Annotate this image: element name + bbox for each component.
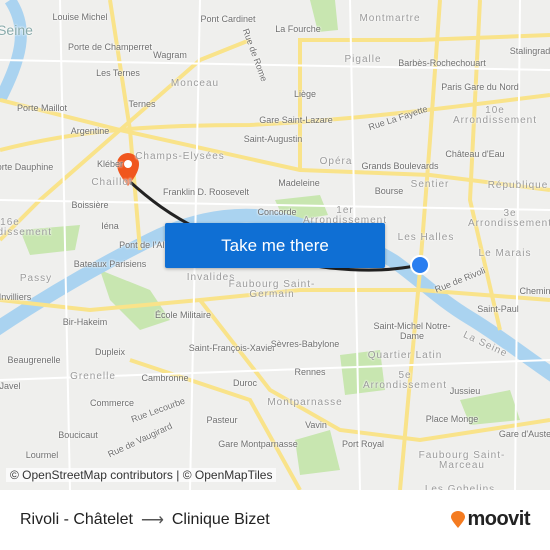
map-label: Liège [293,89,317,99]
map-label: Faubourg Saint-Germain [228,279,316,300]
map-label: Paris Gare du Nord [441,82,519,92]
map-label: Faubourg Saint-Marceau [418,450,506,471]
map-label: Franklin D. Roosevelt [162,187,250,197]
map-label: Madeleine [278,178,320,188]
map-label: Grands Boulevards [361,161,439,171]
map-label: Quartier Latin [367,350,443,361]
map-label: Le Marais [478,248,532,259]
map[interactable]: Seine Louise Michel Pont Cardinet La Fourch… [0,0,550,490]
map-label: 16e Arrondissement [0,217,53,238]
map-label: Monceau [170,78,220,89]
map-label: Saint-Michel Notre-Dame [373,321,451,341]
moovit-logo: moovit [451,508,530,531]
map-label: Opéra [319,156,353,167]
map-label: 3e Arrondissement [467,208,550,229]
map-label: Argentine [70,126,110,136]
map-label: Stalingrad [509,46,550,56]
map-label: Chemin [519,286,550,296]
map-label: Château d'Eau [445,149,505,159]
map-label: Passy [19,273,53,284]
map-label: Javel [0,381,21,391]
map-label: Montmartre [359,13,421,24]
map-label: Sèvres-Babylone [270,339,340,349]
map-label: Commerce [89,398,135,408]
map-label: Cambronne [141,373,189,383]
map-label: Invilliers [0,292,32,302]
map-label: Iéna [101,221,119,231]
map-label: Dupleix [94,347,126,357]
map-label: Gare d'Auste [498,429,550,439]
map-label: Chaillot [91,177,133,188]
map-label: Ternes [128,99,156,109]
map-label: République [487,180,549,191]
map-label: Vavin [305,420,327,430]
map-label: Kléber [96,159,124,169]
map-label: École Militaire [154,310,212,320]
map-label: Duroc [232,378,258,388]
map-label: Les Ternes [96,68,140,78]
map-label: Place Monge [425,414,479,424]
map-attribution[interactable]: © OpenStreetMap contributors | © OpenMap… [6,468,277,482]
map-label: Saint-Paul [477,304,519,314]
map-label: Montparnasse [267,397,343,408]
map-label: Porte de Champerret [67,42,153,52]
map-label: Concorde [257,207,297,217]
map-label: Seine [0,22,33,38]
route-title: Rivoli - Châtelet ⟶ Clinique Bizet [20,510,270,530]
map-label: Bateaux Parisiens [73,259,147,269]
map-label: Boissière [71,200,109,210]
map-label: Sentier [410,179,450,190]
map-label: Pigalle [344,54,382,65]
map-label: Bourse [374,186,404,196]
map-label: Lourmel [25,450,59,460]
map-label: Beaugrenelle [7,355,61,365]
map-label: Wagram [153,50,187,60]
map-label: Pont Cardinet [200,14,256,24]
map-label: Porte Maillot [16,103,68,113]
map-label: Grenelle [70,371,116,382]
arrow-right-icon: ⟶ [140,512,164,529]
map-label: Gare Montparnasse [218,439,298,449]
map-label: Saint-Augustin [243,134,303,144]
map-label: Pasteur [206,415,238,425]
footer: Rivoli - Châtelet ⟶ Clinique Bizet moovi… [0,490,550,550]
map-label: Rennes [294,367,326,377]
brand-name: moovit [467,508,530,530]
map-label: Boucicaut [58,430,98,440]
map-label: 5e Arrondissement [362,370,448,391]
map-label: Les Halles [397,232,455,243]
map-label: La Fourche [275,24,321,34]
map-label: Jussieu [449,386,481,396]
map-label: Champs-Elysées [135,151,225,162]
map-label: Louise Michel [52,12,108,22]
origin-marker [410,255,430,275]
origin-name: Rivoli - Châtelet [20,511,133,528]
map-label: Bir-Hakeim [62,317,108,327]
map-label: Port Royal [341,439,385,449]
map-label: Saint-François-Xavier [188,343,276,353]
moovit-pin-icon [451,510,466,528]
map-label: 10e Arrondissement [452,105,538,126]
map-label: Porte Dauphine [0,162,54,172]
destination-name: Clinique Bizet [171,511,270,528]
take-me-there-button[interactable]: Take me there [165,223,385,268]
map-label: Gare Saint-Lazare [259,115,333,125]
map-label: Barbès-Rochechouart [398,58,486,68]
